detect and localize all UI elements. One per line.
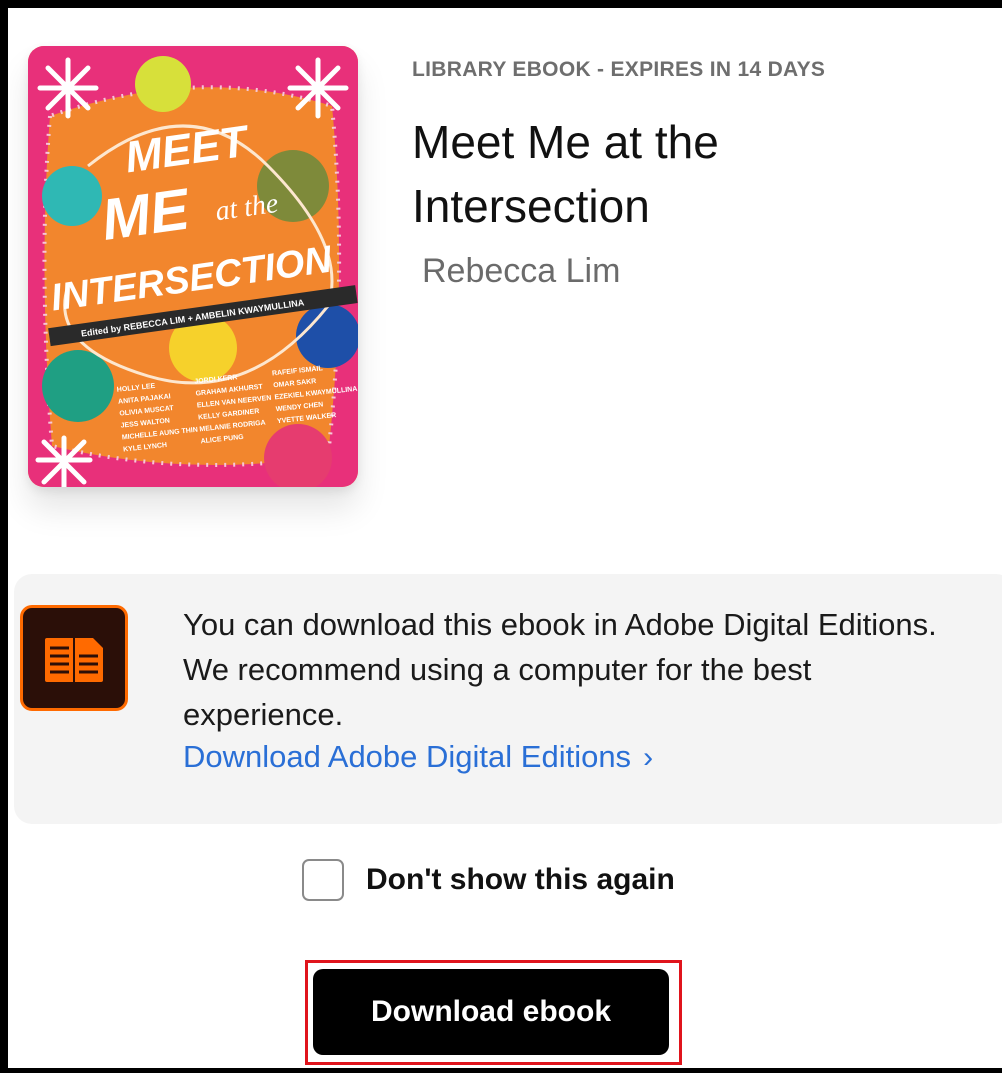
dont-show-again-row[interactable]: Don't show this again: [302, 856, 675, 904]
chevron-right-icon: ›: [643, 741, 654, 774]
cover-title-line2: ME: [98, 176, 195, 253]
book-author: Rebecca Lim: [422, 252, 621, 290]
dont-show-again-label: Don't show this again: [366, 863, 675, 896]
info-message: You can download this ebook in Adobe Dig…: [183, 607, 937, 732]
link-label: Download Adobe Digital Editions: [183, 739, 632, 774]
adobe-digital-editions-icon: [20, 605, 128, 711]
download-adobe-digital-editions-link[interactable]: Download Adobe Digital Editions ›: [183, 734, 653, 780]
download-ebook-button[interactable]: Download ebook: [313, 969, 669, 1055]
dont-show-again-checkbox[interactable]: [302, 859, 344, 901]
book-title: Meet Me at the Intersection: [412, 116, 719, 232]
book-cover-image: MEET ME at the INTERSECTION Edited by RE…: [28, 46, 358, 487]
loan-status-label: LIBRARY EBOOK - EXPIRES IN 14 DAYS: [412, 58, 826, 81]
